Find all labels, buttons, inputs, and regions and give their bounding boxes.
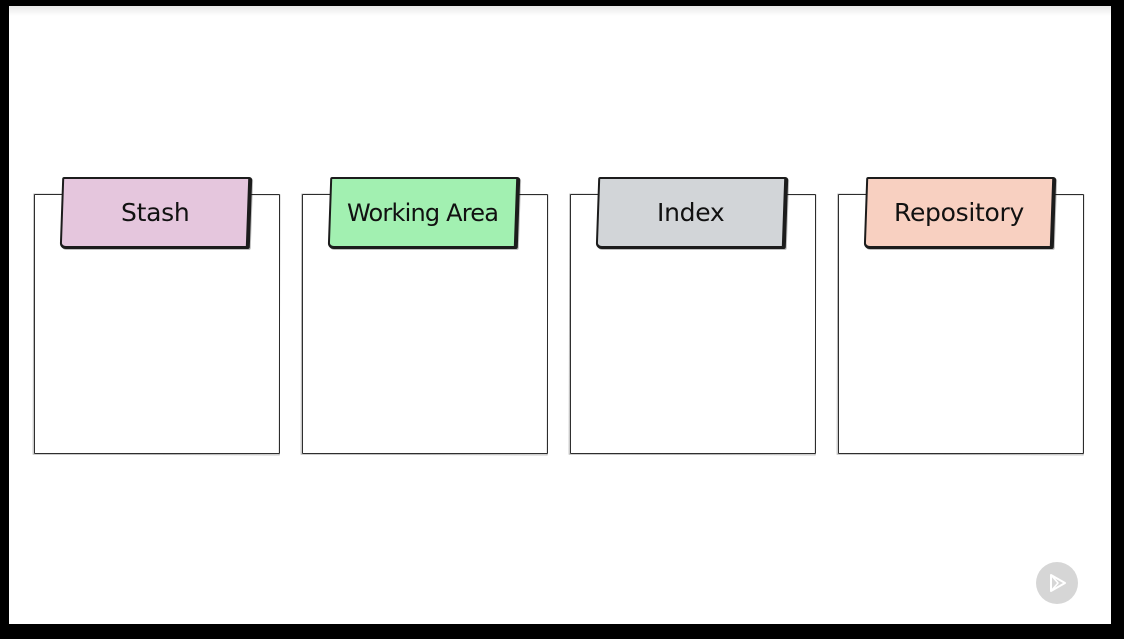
repository-tab: Repository [863, 177, 1057, 249]
stash-tab: Stash [59, 177, 253, 249]
play-button[interactable] [1036, 562, 1078, 604]
working-area-label: Working Area [347, 198, 499, 227]
repository-label: Repository [894, 198, 1024, 227]
working-area-tab: Working Area [327, 177, 521, 249]
stash-label: Stash [120, 198, 190, 227]
video-frame: Stash Working Area Index Repository [0, 0, 1124, 639]
top-shade [9, 6, 1111, 16]
index-label: Index [657, 198, 725, 227]
index-tab: Index [595, 177, 789, 249]
play-icon [1050, 574, 1066, 592]
diagram-slide: Stash Working Area Index Repository [9, 6, 1111, 624]
